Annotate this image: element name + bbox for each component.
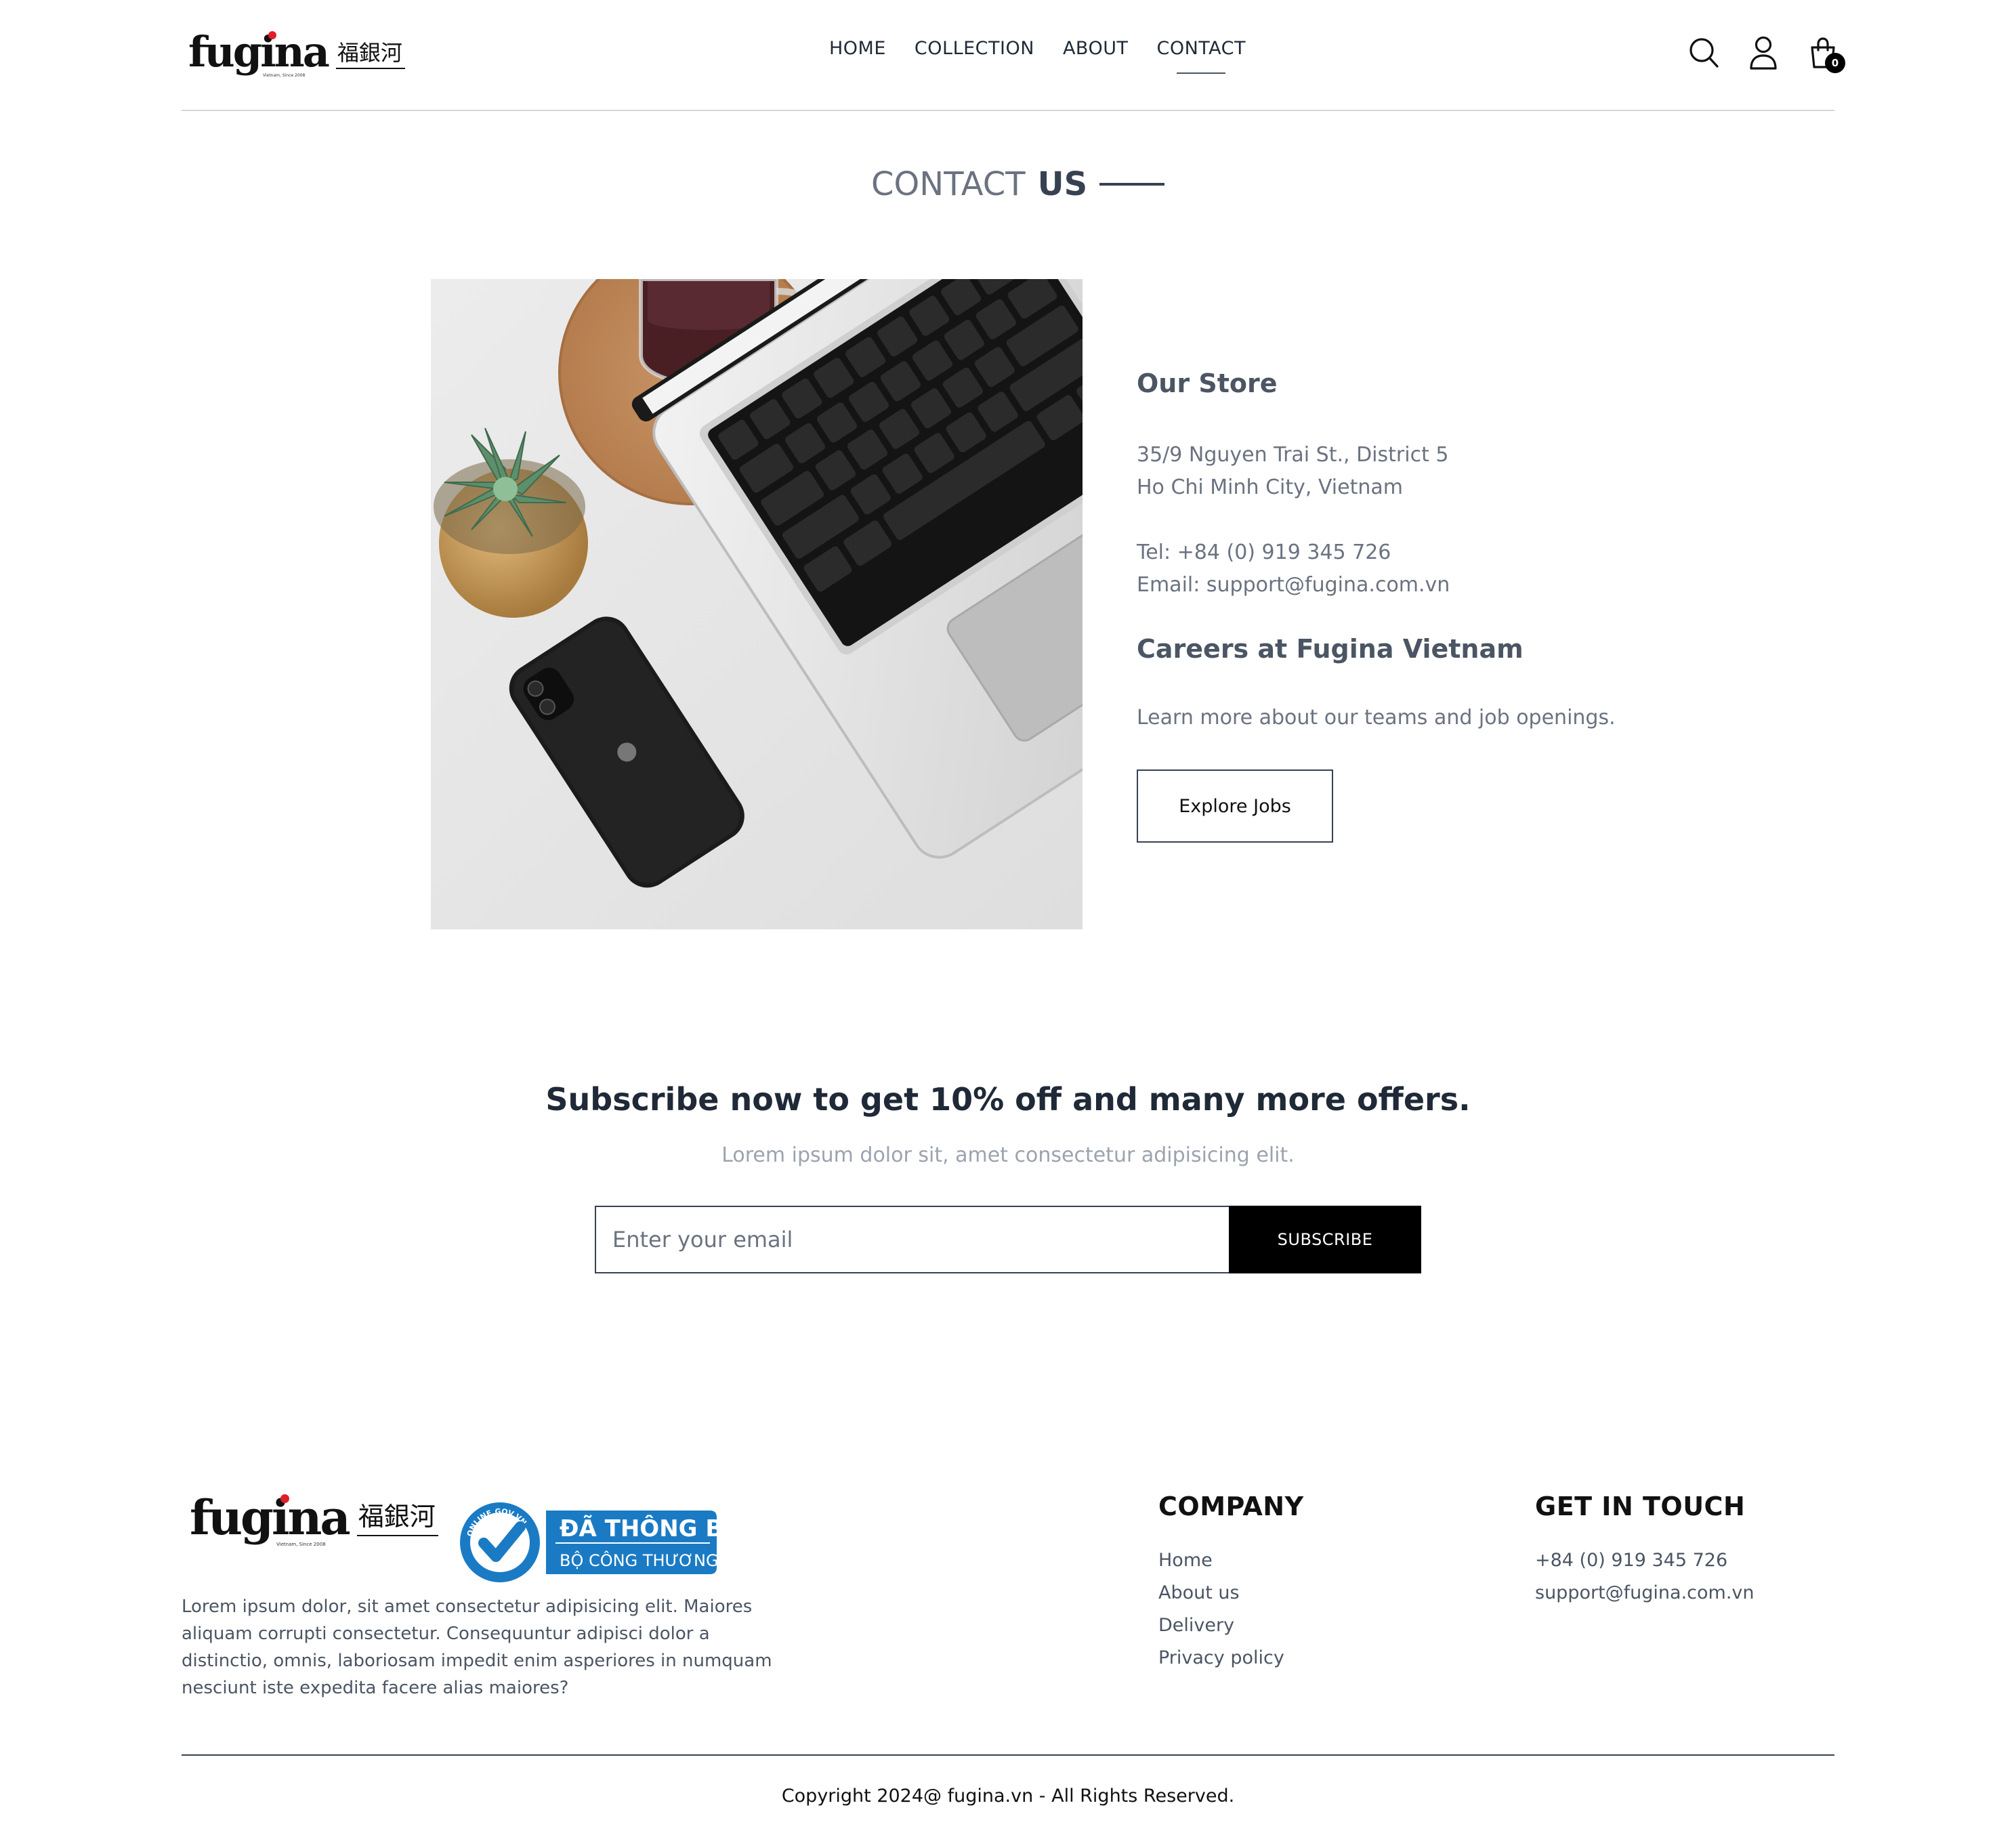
footer-link-privacy[interactable]: Privacy policy [1158, 1642, 1304, 1674]
footer-description: Lorem ipsum dolor, sit amet consectetur … [182, 1597, 772, 1698]
footer-company-column: COMPANY Home About us Delivery Privacy p… [1158, 1492, 1304, 1674]
page-title: CONTACT US [871, 165, 1165, 203]
site-header: fugina Vietnam, Since 2008 福銀河 HOME COLL… [0, 0, 2016, 111]
email-input[interactable] [595, 1206, 1229, 1273]
logo-red-dot [268, 31, 276, 39]
nav-contact[interactable]: CONTACT [1156, 38, 1246, 74]
store-email: Email: support@fugina.com.vn [1137, 573, 1450, 597]
logo-tagline: Vietnam, Since 2008 [263, 73, 306, 78]
store-heading: Our Store [1137, 368, 1278, 398]
page-title-part1: CONTACT [871, 165, 1026, 203]
subscribe-button[interactable]: SUBSCRIBE [1229, 1206, 1421, 1273]
footer-email[interactable]: support@fugina.com.vn [1535, 1577, 1755, 1609]
subscribe-text: Lorem ipsum dolor sit, amet consectetur … [721, 1143, 1295, 1167]
store-tel: Tel: +84 (0) 919 345 726 [1137, 541, 1391, 564]
footer-link-about[interactable]: About us [1158, 1577, 1304, 1609]
address-line-1: 35/9 Nguyen Trai St., District 5 [1137, 443, 1449, 467]
main-nav: HOME COLLECTION ABOUT CONTACT [829, 38, 1246, 74]
cart-count-badge: 0 [1825, 53, 1845, 73]
copyright: Copyright 2024@ fugina.vn - All Rights R… [781, 1786, 1235, 1807]
footer-link-home[interactable]: Home [1158, 1544, 1304, 1577]
footer-logo-tagline: Vietnam, Since 2008 [276, 1542, 326, 1547]
explore-jobs-button[interactable]: Explore Jobs [1137, 769, 1333, 843]
company-heading: COMPANY [1158, 1492, 1304, 1521]
shopping-bag-icon[interactable]: 0 [1806, 34, 1845, 73]
badge-title: ĐÃ THÔNG BÁO [560, 1515, 718, 1542]
badge-subtitle: BỘ CÔNG THƯƠNG [560, 1550, 718, 1570]
search-icon[interactable] [1687, 34, 1721, 72]
nav-home[interactable]: HOME [829, 38, 886, 59]
address-line-2: Ho Chi Minh City, Vietnam [1137, 476, 1403, 499]
subscribe-form: SUBSCRIBE [595, 1206, 1421, 1273]
footer-touch-column: GET IN TOUCH +84 (0) 919 345 726 support… [1535, 1492, 1755, 1609]
touch-list: +84 (0) 919 345 726 support@fugina.com.v… [1535, 1544, 1755, 1609]
logo-cjk: 福銀河 [335, 42, 405, 69]
footer-logo-cjk: 福銀河 [356, 1504, 438, 1536]
careers-text: Learn more about our teams and job openi… [1137, 706, 1616, 730]
footer-divider [182, 1754, 1834, 1756]
subscribe-title: Subscribe now to get 10% off and many mo… [545, 1081, 1471, 1118]
header-logo[interactable]: fugina Vietnam, Since 2008 福銀河 [188, 27, 405, 78]
nav-about[interactable]: ABOUT [1063, 38, 1129, 59]
careers-heading: Careers at Fugina Vietnam [1137, 634, 1524, 664]
title-underline-bar [1099, 183, 1165, 186]
store-address: 35/9 Nguyen Trai St., District 5 Ho Chi … [1137, 439, 1448, 504]
contact-photo [431, 279, 1083, 929]
user-icon[interactable] [1746, 34, 1780, 72]
footer-phone: +84 (0) 919 345 726 [1535, 1550, 1728, 1571]
page-title-part2: US [1037, 165, 1088, 203]
company-links: Home About us Delivery Privacy policy [1158, 1544, 1304, 1674]
footer-link-delivery[interactable]: Delivery [1158, 1609, 1304, 1642]
touch-heading: GET IN TOUCH [1535, 1492, 1746, 1521]
store-contact: Tel: +84 (0) 919 345 726 Email: support@… [1137, 536, 1450, 601]
footer-logo[interactable]: fugina Vietnam, Since 2008 福銀河 [190, 1490, 438, 1547]
moit-notification-badge[interactable]: ĐÃ THÔNG BÁO BỘ CÔNG THƯƠNG ONLINE.GOV.V… [458, 1501, 761, 1584]
nav-collection[interactable]: COLLECTION [915, 38, 1034, 59]
logo-wordmark: fugina [188, 27, 330, 77]
footer-logo-wordmark: fugina [190, 1490, 351, 1546]
header-divider [182, 110, 1834, 111]
logo-red-dot [280, 1494, 289, 1503]
header-icons: 0 [1687, 34, 1845, 73]
